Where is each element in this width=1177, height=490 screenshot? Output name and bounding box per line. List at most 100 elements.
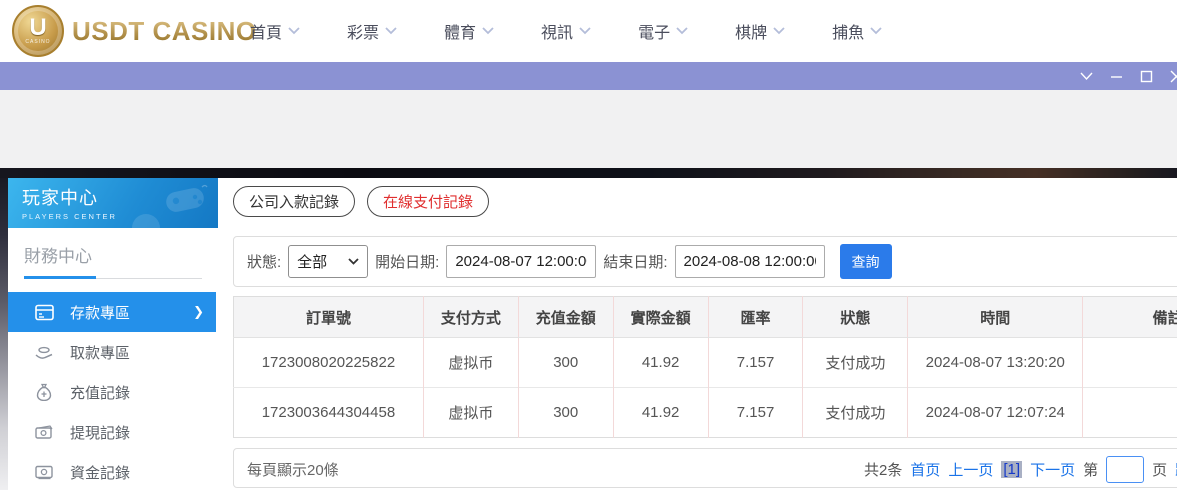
nav-label: 體育 — [444, 19, 476, 43]
nav-label: 視訊 — [541, 19, 573, 43]
prev-page-link[interactable]: 上一页 — [948, 459, 993, 480]
recharge-moneybag-icon — [34, 382, 54, 402]
nav-label: 首頁 — [250, 19, 282, 43]
next-page-link[interactable]: 下一页 — [1030, 459, 1075, 480]
sidebar-item-label: 提現記錄 — [70, 422, 130, 443]
cell-payment-method: 虚拟币 — [423, 388, 518, 438]
first-page-link[interactable]: 首页 — [910, 459, 940, 480]
jump-suffix-label: 页 — [1152, 459, 1167, 480]
col-order-no: 訂單號 — [234, 297, 424, 338]
cell-recharge-amount: 300 — [518, 338, 613, 388]
col-exchange-rate: 匯率 — [708, 297, 803, 338]
current-page-indicator[interactable]: [1] — [1001, 461, 1022, 478]
nav-item-home[interactable]: 首頁 — [250, 19, 300, 43]
sidebar-item-deposit-area[interactable]: 存款專區 ❯ — [8, 292, 216, 332]
start-date-input[interactable] — [446, 245, 596, 278]
cell-order-no: 1723008020225822 — [234, 338, 424, 388]
nav-item-sports[interactable]: 體育 — [444, 19, 494, 43]
nav-item-live[interactable]: 視訊 — [541, 19, 591, 43]
main-panel: 公司入款記錄 在線支付記錄 狀態: 全部 開始日期: 結束日期: 查詢 訂單號 … — [233, 178, 1177, 490]
window-title-bar — [0, 62, 1177, 90]
table-row: 1723008020225822 虚拟币 300 41.92 7.157 支付成… — [234, 338, 1177, 388]
chevron-down-icon — [773, 27, 785, 35]
per-page-info: 每頁顯示20條 — [247, 449, 339, 489]
status-selected-value: 全部 — [297, 251, 327, 272]
query-button[interactable]: 查詢 — [840, 244, 892, 279]
sidebar-item-label: 充值記錄 — [70, 382, 130, 403]
cell-remark — [1083, 388, 1177, 438]
nav-label: 電子 — [638, 19, 670, 43]
sidebar-menu: 存款專區 ❯ 取款專區 充值記錄 提現記錄 — [8, 292, 218, 490]
cell-order-no: 1723003644304458 — [234, 388, 424, 438]
col-recharge-amount: 充值金額 — [518, 297, 613, 338]
col-time: 時間 — [908, 297, 1083, 338]
status-label: 狀態: — [247, 251, 281, 272]
chevron-down-icon[interactable] — [1078, 68, 1095, 85]
maximize-icon[interactable] — [1138, 68, 1155, 85]
chevron-down-icon — [482, 27, 494, 35]
chevron-down-icon — [288, 27, 300, 35]
nav-item-lottery[interactable]: 彩票 — [347, 19, 397, 43]
funds-record-icon — [34, 462, 54, 482]
empty-banner-area — [0, 90, 1177, 168]
cell-status: 支付成功 — [803, 388, 908, 438]
table-row: 1723003644304458 虚拟币 300 41.92 7.157 支付成… — [234, 388, 1177, 438]
deposit-card-icon — [34, 302, 54, 322]
tab-online-payment-records[interactable]: 在線支付記錄 — [367, 186, 489, 217]
cell-exchange-rate: 7.157 — [708, 338, 803, 388]
gamepad-icon — [162, 184, 208, 216]
nav-label: 捕魚 — [832, 19, 864, 43]
withdraw-hand-icon — [34, 342, 54, 362]
withdrawal-record-icon — [34, 422, 54, 442]
record-tabs: 公司入款記錄 在線支付記錄 — [233, 186, 489, 217]
nav-label: 棋牌 — [735, 19, 767, 43]
section-underline — [24, 276, 202, 279]
sidebar-item-label: 取款專區 — [70, 342, 130, 363]
page-background-strip — [0, 178, 8, 490]
content-area: 玩家中心 PLAYERS CENTER 財務中心 存款專區 ❯ — [0, 178, 1177, 490]
minimize-icon[interactable] — [1108, 68, 1125, 85]
cell-payment-method: 虚拟币 — [423, 338, 518, 388]
chevron-down-icon — [579, 27, 591, 35]
brand-name: USDT CASINO — [72, 16, 257, 47]
nav-label: 彩票 — [347, 19, 379, 43]
cell-actual-amount: 41.92 — [613, 388, 708, 438]
players-center-header: 玩家中心 PLAYERS CENTER — [8, 178, 218, 228]
sidebar-item-withdraw-area[interactable]: 取款專區 — [8, 332, 218, 372]
chevron-down-icon — [348, 258, 359, 265]
page-jump-input[interactable] — [1106, 456, 1144, 483]
status-select[interactable]: 全部 — [288, 245, 368, 278]
payment-records-table: 訂單號 支付方式 充值金額 實際金額 匯率 狀態 時間 備註 172300802… — [233, 296, 1177, 438]
col-status: 狀態 — [803, 297, 908, 338]
chevron-right-icon: ❯ — [193, 304, 204, 320]
end-date-input[interactable] — [675, 245, 825, 278]
background-image-edge — [0, 168, 1177, 178]
nav-item-slots[interactable]: 電子 — [638, 19, 688, 43]
filter-bar: 狀態: 全部 開始日期: 結束日期: 查詢 — [233, 236, 1177, 287]
sidebar-item-label: 資金記錄 — [70, 462, 130, 483]
tab-company-deposit-records[interactable]: 公司入款記錄 — [233, 186, 355, 217]
top-nav: U CASINO USDT CASINO 首頁 彩票 體育 視訊 電子 棋牌 — [0, 0, 1177, 62]
col-payment-method: 支付方式 — [423, 297, 518, 338]
logo-letter: U — [29, 17, 46, 39]
cell-status: 支付成功 — [803, 338, 908, 388]
jump-prefix-label: 第 — [1083, 459, 1098, 480]
logo-small-text: CASINO — [25, 39, 50, 45]
sidebar-item-funds-records[interactable]: 資金記錄 — [8, 452, 218, 490]
start-date-label: 開始日期: — [375, 251, 439, 272]
finance-center-heading: 財務中心 — [8, 228, 218, 267]
cell-time: 2024-08-07 12:07:24 — [908, 388, 1083, 438]
sidebar-item-withdrawal-records[interactable]: 提現記錄 — [8, 412, 218, 452]
chevron-down-icon — [676, 27, 688, 35]
cell-actual-amount: 41.92 — [613, 338, 708, 388]
nav-item-cards[interactable]: 棋牌 — [735, 19, 785, 43]
brand-logo[interactable]: U CASINO USDT CASINO — [12, 5, 257, 57]
sidebar: 玩家中心 PLAYERS CENTER 財務中心 存款專區 ❯ — [8, 178, 218, 490]
nav-item-fishing[interactable]: 捕魚 — [832, 19, 882, 43]
pagination-bar: 每頁顯示20條 共2条 首页 上一页 [1] 下一页 第 页 跳转 — [233, 448, 1177, 488]
end-date-label: 結束日期: — [603, 251, 667, 272]
sidebar-item-recharge-records[interactable]: 充值記錄 — [8, 372, 218, 412]
table-header-row: 訂單號 支付方式 充值金額 實際金額 匯率 狀態 時間 備註 — [234, 297, 1177, 338]
close-icon[interactable] — [1168, 68, 1177, 85]
sidebar-item-label: 存款專區 — [70, 302, 130, 323]
